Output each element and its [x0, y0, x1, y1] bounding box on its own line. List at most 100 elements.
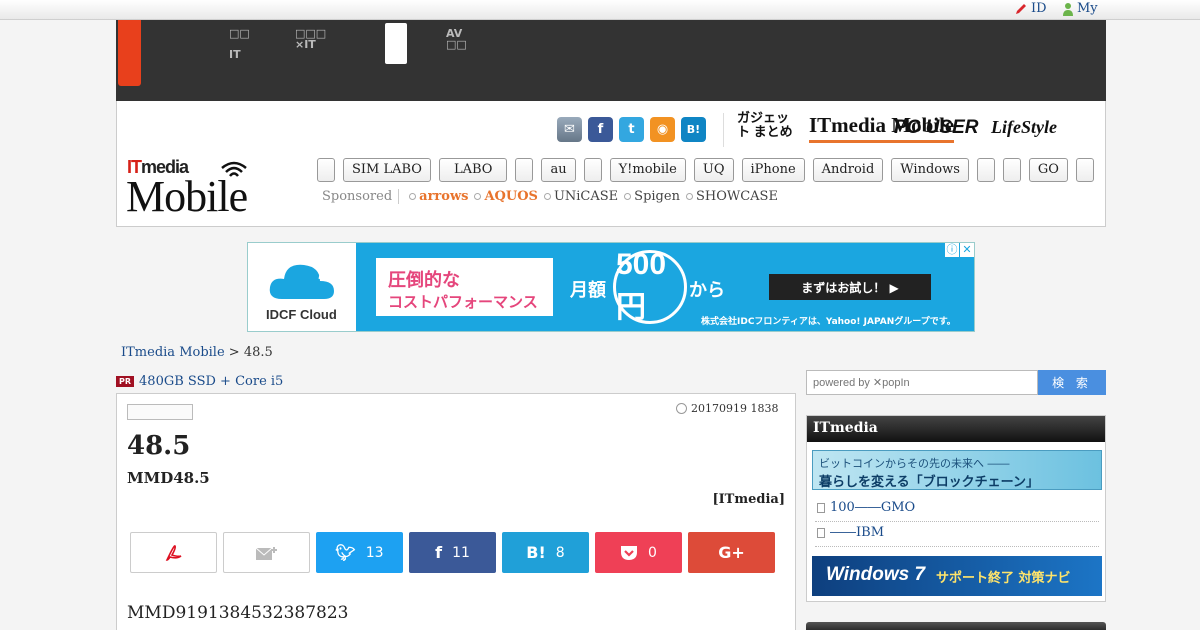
- wifi-wave-icon: [221, 161, 247, 177]
- ad-headline-box: 圧倒的な コストパフォーマンス: [376, 258, 553, 316]
- pocket-count: 0: [648, 544, 657, 561]
- pencil-icon: [1016, 3, 1026, 14]
- darknav-item-1-line2: IT: [229, 48, 241, 61]
- pr-text: 480GB SSD + Core i5: [139, 374, 284, 389]
- twitter-icon: 🐦︎: [335, 543, 356, 562]
- twitter-icon[interactable]: t: [619, 117, 644, 142]
- sponsored-label: Sponsored: [322, 189, 400, 204]
- sponsored-item-aquos[interactable]: AQUOS: [474, 189, 538, 204]
- bullet-icon: [543, 193, 551, 200]
- my-label: My: [1077, 1, 1098, 16]
- nav-button[interactable]: [1075, 158, 1094, 182]
- bullet-icon: [685, 193, 693, 200]
- breadcrumb-separator: >: [224, 345, 244, 360]
- clock-icon: [676, 403, 687, 414]
- header-white-box[interactable]: [385, 23, 407, 64]
- windows7-banner-title: Windows 7: [826, 564, 926, 585]
- hatena-share-button[interactable]: B! 8: [502, 532, 589, 573]
- search-button[interactable]: 検 索: [1038, 370, 1106, 395]
- blockchain-banner[interactable]: ビットコインからその先の未来へ ―― 暮らしを変える「ブロックチェーン」: [812, 450, 1102, 490]
- bullet-icon: [474, 193, 482, 200]
- ad-close-icon[interactable]: ✕: [960, 243, 974, 257]
- article-label-box: [127, 404, 193, 420]
- googleplus-icon: G+: [718, 543, 745, 562]
- windows7-banner-subtitle: サポート終了 対策ナビ: [936, 571, 1071, 586]
- nav-button[interactable]: [1002, 158, 1021, 182]
- pdf-button[interactable]: [130, 532, 217, 573]
- hatena-icon[interactable]: B!: [681, 117, 706, 142]
- windows7-banner[interactable]: Windows 7 サポート終了 対策ナビ: [812, 556, 1102, 596]
- sidebar-link[interactable]: 100――GMO: [817, 500, 915, 515]
- utility-bar: ID My: [0, 0, 1200, 20]
- nav-button[interactable]: [317, 158, 335, 182]
- darknav-item-2-line2: ×IT: [295, 38, 316, 51]
- article-title: 48.5: [127, 431, 191, 461]
- nav-button-labo[interactable]: LABO: [438, 158, 508, 182]
- nav-button-sim-labo[interactable]: SIM LABO: [343, 158, 431, 182]
- nav-button[interactable]: [515, 158, 534, 182]
- facebook-icon[interactable]: f: [588, 117, 613, 142]
- brand-lifestyle[interactable]: LifeStyle: [991, 117, 1057, 138]
- sponsored-item-arrows[interactable]: arrows: [409, 189, 468, 204]
- rss-icon[interactable]: ◉: [650, 117, 675, 142]
- sponsored-item-label: UNiCASE: [553, 189, 619, 204]
- darknav-item-3[interactable]: AV □□: [446, 28, 467, 50]
- sponsored-item-spigen[interactable]: Spigen: [624, 189, 680, 204]
- divider: [815, 546, 1099, 547]
- ad-line1: 圧倒的な: [388, 270, 460, 291]
- nav-button-go[interactable]: GO: [1028, 158, 1068, 182]
- sponsored-item-showcase[interactable]: SHOWCASE: [685, 189, 778, 204]
- header-panel: ITmedia Mobile ✉ f t ◉ B! ガジェット まとめ ITme…: [116, 101, 1106, 227]
- pr-badge: PR: [116, 376, 135, 387]
- nav-button[interactable]: [583, 158, 602, 182]
- divider: [815, 521, 1099, 522]
- nav-button-android[interactable]: Android: [812, 158, 884, 182]
- facebook-icon: f: [435, 543, 443, 562]
- article: 20170919 1838 48.5 MMD48.5 [ITmedia] 🐦︎ …: [116, 393, 796, 630]
- nav-button-ymobile[interactable]: Y!mobile: [609, 158, 686, 182]
- pocket-share-button[interactable]: 0: [595, 532, 682, 573]
- mail-share-button[interactable]: [223, 532, 310, 573]
- person-icon: [1063, 2, 1073, 16]
- sidebar-link-label: ――IBM: [830, 525, 884, 540]
- blockchain-banner-line1: ビットコインからその先の未来へ ――: [819, 457, 1010, 470]
- nav-button-iphone[interactable]: iPhone: [741, 158, 805, 182]
- ad-cta-button[interactable]: まずはお試し！ ▶: [769, 274, 931, 300]
- id-label: ID: [1031, 1, 1047, 16]
- sponsored-item-label: SHOWCASE: [695, 189, 778, 204]
- darknav-item-2[interactable]: □□□ ×IT: [295, 28, 326, 50]
- darknav-item-1[interactable]: □□ IT: [229, 28, 250, 60]
- facebook-share-button[interactable]: f 11: [409, 532, 496, 573]
- brand-gadget-matome[interactable]: ガジェット まとめ: [737, 111, 797, 139]
- nav-button-windows[interactable]: Windows: [891, 158, 969, 182]
- ad-controls: ⓘ ✕: [945, 243, 974, 257]
- brand-pc-user[interactable]: PC USER: [894, 117, 978, 139]
- ad-monthly: 月額: [570, 280, 606, 301]
- search-input[interactable]: [806, 370, 1038, 395]
- breadcrumb-current: 48.5: [243, 345, 273, 360]
- pdf-icon: [165, 544, 181, 561]
- ad-info-icon[interactable]: ⓘ: [945, 243, 959, 257]
- breadcrumb-root[interactable]: ITmedia Mobile: [121, 345, 225, 360]
- article-credit: [ITmedia]: [712, 492, 785, 507]
- nav-button-uq[interactable]: UQ: [693, 158, 734, 182]
- pr-link[interactable]: PR 480GB SSD + Core i5: [116, 374, 283, 389]
- facebook-count: 11: [452, 544, 470, 561]
- twitter-share-button[interactable]: 🐦︎ 13: [316, 532, 403, 573]
- ad-from: から: [689, 280, 725, 301]
- mail-add-icon: [255, 546, 277, 560]
- orange-tab[interactable]: [118, 20, 141, 86]
- nav-button-au[interactable]: au: [541, 158, 576, 182]
- sponsored-item-unicase[interactable]: UNiCASE: [543, 189, 619, 204]
- id-link[interactable]: ID: [1014, 1, 1047, 16]
- mail-icon[interactable]: ✉: [557, 117, 582, 142]
- sponsored-row: Sponsored arrows AQUOS UNiCASE Spigen SH…: [322, 189, 778, 204]
- sidebar-link[interactable]: ――IBM: [817, 525, 884, 540]
- googleplus-share-button[interactable]: G+: [688, 532, 775, 573]
- sidebar-title: ITmedia: [807, 416, 1105, 442]
- cloud-icon: [269, 256, 334, 299]
- nav-button[interactable]: [976, 158, 995, 182]
- my-link[interactable]: My: [1062, 1, 1098, 16]
- ad-banner[interactable]: IDCF Cloud 圧倒的な コストパフォーマンス 月額 500円 から まず…: [247, 242, 975, 332]
- hatena-icon: B!: [526, 543, 546, 562]
